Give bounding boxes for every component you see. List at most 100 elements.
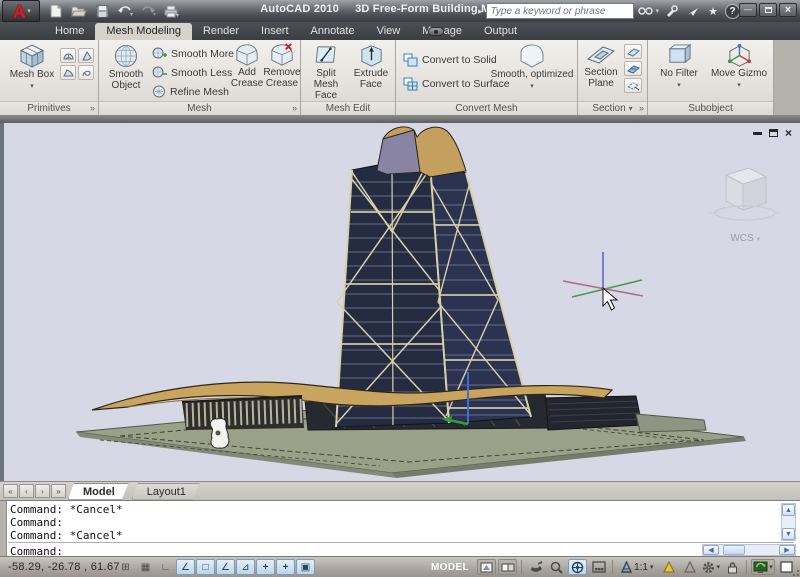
minimize-button[interactable]: — bbox=[739, 3, 757, 17]
tab-render[interactable]: Render bbox=[192, 23, 250, 40]
next-layout-button[interactable]: › bbox=[35, 484, 50, 498]
no-filter-button[interactable]: No Filter ▾ bbox=[652, 43, 706, 91]
communication-center-icon[interactable] bbox=[662, 3, 680, 19]
search-dropdown-icon[interactable]: ▾ bbox=[656, 7, 660, 15]
extrude-face-button[interactable]: Extrude Face bbox=[350, 43, 392, 90]
move-gizmo-button[interactable]: Move Gizmo ▾ bbox=[708, 43, 770, 91]
close-button[interactable]: × bbox=[779, 3, 797, 17]
grid-toggle[interactable]: ▦ bbox=[136, 559, 155, 575]
move-gizmo-icon bbox=[727, 43, 752, 68]
steering-wheel-button[interactable] bbox=[568, 559, 587, 575]
smooth-less-button[interactable]: Smooth Less bbox=[152, 66, 232, 79]
drawing-restore-icon[interactable] bbox=[769, 129, 778, 137]
refine-mesh-button[interactable]: Refine Mesh bbox=[152, 85, 229, 98]
panel-title-section[interactable]: Section▾ » bbox=[578, 101, 647, 115]
scroll-down-button[interactable]: ▼ bbox=[782, 528, 795, 540]
panel-title-mesh-edit[interactable]: Mesh Edit bbox=[301, 101, 395, 115]
maximize-button[interactable] bbox=[759, 3, 777, 17]
drawing-minimize-icon[interactable] bbox=[753, 132, 762, 135]
infocenter-expander-icon[interactable]: ▸ bbox=[478, 6, 483, 17]
scrollbar-thumb[interactable] bbox=[723, 545, 745, 555]
ducs-toggle[interactable]: ⊿ bbox=[236, 559, 255, 575]
plot-button[interactable]: ▾ bbox=[161, 3, 181, 20]
annotation-autoscale-button[interactable] bbox=[680, 559, 699, 575]
save-button[interactable] bbox=[92, 3, 112, 20]
workspace-switching-button[interactable]: ▾ bbox=[701, 559, 721, 575]
tab-layout1[interactable]: Layout1 bbox=[132, 483, 201, 500]
smooth-optimized-button[interactable]: Smooth, optimized ▾ bbox=[488, 43, 576, 92]
command-window[interactable]: Command: *Cancel* Command: Command: *Can… bbox=[0, 500, 800, 556]
prev-layout-button[interactable]: ‹ bbox=[19, 484, 34, 498]
help-icon[interactable]: ? bbox=[725, 4, 740, 19]
section-plane-button[interactable]: Section Plane bbox=[580, 43, 622, 89]
tab-mesh-modeling[interactable]: Mesh Modeling bbox=[95, 23, 192, 40]
tab-home[interactable]: Home bbox=[44, 23, 95, 40]
tab-view[interactable]: View bbox=[366, 23, 412, 40]
tab-annotate[interactable]: Annotate bbox=[300, 23, 366, 40]
osnap-toggle[interactable]: □ bbox=[196, 559, 215, 575]
smooth-more-button[interactable]: Smooth More bbox=[152, 47, 234, 60]
application-menu-button[interactable]: ▾ bbox=[2, 0, 40, 22]
undo-button[interactable]: ▾ bbox=[115, 3, 135, 20]
panel-title-convert-mesh[interactable]: Convert Mesh bbox=[396, 101, 577, 115]
command-window-drag-handle[interactable] bbox=[0, 501, 7, 557]
first-layout-button[interactable]: « bbox=[3, 484, 18, 498]
quick-view-layouts-button[interactable] bbox=[477, 559, 496, 575]
search-icon[interactable] bbox=[637, 3, 655, 19]
open-file-button[interactable] bbox=[69, 3, 89, 20]
mesh-wedge-button[interactable] bbox=[60, 65, 76, 80]
scroll-right-button[interactable]: ▶ bbox=[779, 545, 795, 555]
command-vertical-scrollbar[interactable]: ▲ ▼ bbox=[781, 503, 796, 541]
ortho-toggle[interactable]: ∟ bbox=[156, 559, 175, 575]
mesh-spiral-button[interactable] bbox=[78, 65, 94, 80]
hardware-acceleration-button[interactable]: ▾ bbox=[751, 559, 775, 575]
snap-toggle[interactable]: ⊞ bbox=[116, 559, 135, 575]
scroll-up-button[interactable]: ▲ bbox=[782, 504, 795, 516]
panel-title-primitives[interactable]: Primitives » bbox=[0, 101, 98, 115]
dyn-toggle[interactable]: + bbox=[256, 559, 275, 575]
split-mesh-face-button[interactable]: Split Mesh Face bbox=[304, 43, 348, 101]
drawing-close-icon[interactable]: × bbox=[785, 127, 792, 139]
otrack-toggle[interactable]: ∠ bbox=[216, 559, 235, 575]
viewcube[interactable] bbox=[708, 161, 778, 227]
resize-grip[interactable] bbox=[791, 568, 799, 576]
show-motion-button[interactable] bbox=[589, 559, 608, 575]
toolbar-lock-button[interactable] bbox=[723, 559, 742, 575]
command-horizontal-scrollbar[interactable]: ◀ ▶ bbox=[702, 544, 796, 556]
redo-button[interactable]: ▾ bbox=[138, 3, 158, 20]
panel-title-mesh[interactable]: Mesh » bbox=[99, 101, 300, 115]
convert-to-solid-button[interactable]: Convert to Solid bbox=[403, 53, 497, 67]
mesh-box-button[interactable]: Mesh Box ▾ bbox=[6, 43, 58, 92]
add-crease-button[interactable]: Add Crease bbox=[231, 43, 263, 89]
quick-view-drawings-button[interactable] bbox=[498, 559, 517, 575]
smooth-object-button[interactable]: Smooth Object bbox=[103, 43, 149, 91]
lwt-toggle[interactable]: + bbox=[276, 559, 295, 575]
tab-insert[interactable]: Insert bbox=[250, 23, 300, 40]
drawing-viewport[interactable]: × WCS ▾ bbox=[0, 123, 800, 481]
search-input[interactable] bbox=[486, 3, 634, 19]
model-space-button[interactable]: MODEL bbox=[425, 559, 475, 575]
mesh-pyramid-button[interactable] bbox=[78, 48, 94, 63]
qp-toggle[interactable]: ▣ bbox=[296, 559, 315, 575]
pan-button[interactable] bbox=[526, 559, 545, 575]
coordinate-readout[interactable]: -58.29, -26.78 , 61.67 bbox=[8, 561, 120, 573]
tab-output[interactable]: Output bbox=[473, 23, 528, 40]
scroll-left-button[interactable]: ◀ bbox=[703, 545, 719, 555]
add-jog-button[interactable] bbox=[624, 61, 642, 76]
panel-title-subobject[interactable]: Subobject bbox=[648, 101, 773, 115]
subscription-center-icon[interactable] bbox=[683, 3, 701, 19]
generate-section-button[interactable] bbox=[624, 78, 642, 93]
mesh-dome-button[interactable] bbox=[60, 48, 76, 63]
annotation-visibility-button[interactable] bbox=[659, 559, 678, 575]
live-section-button[interactable] bbox=[624, 44, 642, 59]
last-layout-button[interactable]: » bbox=[51, 484, 66, 498]
ribbon-minimize-button[interactable] bbox=[428, 27, 444, 36]
remove-crease-button[interactable]: Remove Crease bbox=[265, 43, 299, 89]
favorites-star-icon[interactable]: ★ bbox=[704, 3, 722, 19]
zoom-button[interactable] bbox=[547, 559, 566, 575]
tab-model[interactable]: Model bbox=[68, 483, 130, 500]
annotation-scale-button[interactable]: 1:1 ▾ bbox=[617, 559, 657, 575]
polar-toggle[interactable]: ∠ bbox=[176, 559, 195, 575]
new-file-button[interactable] bbox=[46, 3, 66, 20]
wcs-selector[interactable]: WCS ▾ bbox=[730, 233, 760, 244]
